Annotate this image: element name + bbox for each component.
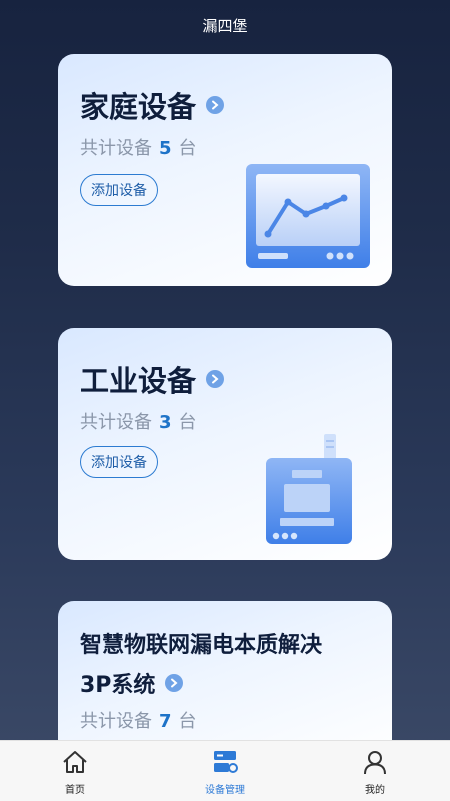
device-manage-icon [211, 749, 239, 779]
card-title-text: 3P系统 [80, 673, 156, 698]
tab-label: 首页 [65, 785, 85, 796]
count-unit: 台 [178, 138, 197, 159]
tab-device-manage[interactable]: 设备管理 [150, 741, 300, 801]
count-prefix: 共计设备 [80, 711, 152, 732]
count-number: 5 [159, 138, 172, 159]
device-count: 共计设备 7 台 [80, 707, 197, 733]
card-title-text: 智慧物联网漏电本质解决 [80, 633, 323, 658]
card-title: 工业设备 [80, 358, 225, 400]
card-title-line2: 3P系统 [80, 667, 184, 699]
device-card-industrial[interactable]: 工业设备 共计设备 3 台 添加设备 [58, 328, 392, 560]
device-card-3p[interactable]: 智慧物联网漏电本质解决 3P系统 共计设备 7 台 [58, 601, 392, 761]
add-device-button[interactable]: 添加设备 [80, 446, 158, 478]
device-card-home[interactable]: 家庭设备 共计设备 5 台 添加设备 [58, 54, 392, 286]
card-title-line1: 智慧物联网漏电本质解决 [80, 627, 322, 659]
app-header: 漏四堡 [0, 0, 450, 50]
chevron-right-icon[interactable] [165, 674, 184, 692]
count-prefix: 共计设备 [80, 412, 152, 433]
tab-home[interactable]: 首页 [0, 741, 150, 801]
bottom-tab-bar: 首页 设备管理 我的 [0, 740, 450, 801]
device-count: 共计设备 5 台 [80, 134, 197, 160]
add-device-label: 添加设备 [91, 183, 147, 199]
user-icon [361, 749, 389, 779]
count-number: 3 [159, 412, 172, 433]
add-device-label: 添加设备 [91, 455, 147, 471]
count-unit: 台 [178, 412, 197, 433]
industrial-device-icon [264, 432, 356, 550]
monitor-chart-icon [244, 162, 372, 274]
add-device-button[interactable]: 添加设备 [80, 174, 158, 206]
home-icon [61, 749, 89, 779]
count-prefix: 共计设备 [80, 138, 152, 159]
device-count: 共计设备 3 台 [80, 408, 197, 434]
tab-profile[interactable]: 我的 [300, 741, 450, 801]
count-unit: 台 [178, 711, 197, 732]
chevron-right-icon[interactable] [206, 96, 225, 114]
card-title-text: 工业设备 [80, 364, 197, 398]
chevron-right-icon[interactable] [206, 370, 225, 388]
tab-label: 设备管理 [205, 785, 245, 796]
page-title: 漏四堡 [202, 16, 248, 35]
tab-label: 我的 [365, 785, 385, 796]
card-title: 家庭设备 [80, 84, 225, 126]
count-number: 7 [159, 711, 172, 732]
card-title-text: 家庭设备 [80, 90, 197, 124]
